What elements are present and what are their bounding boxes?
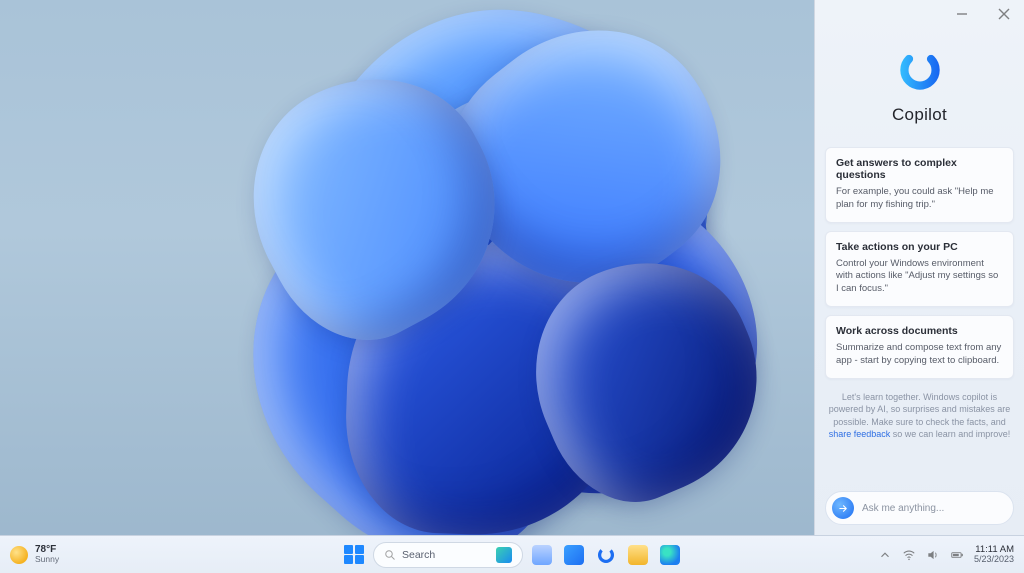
suggestion-card-documents[interactable]: Work across documents Summarize and comp… bbox=[825, 315, 1014, 379]
taskbar: 78°F Sunny Search 11:11 AM 5/23/2023 bbox=[0, 535, 1024, 573]
search-label: Search bbox=[402, 549, 435, 561]
start-button[interactable] bbox=[341, 542, 367, 568]
copilot-taskbar-button[interactable] bbox=[593, 542, 619, 568]
minimize-button[interactable] bbox=[954, 6, 970, 22]
weather-sun-icon bbox=[10, 546, 28, 564]
edge-icon bbox=[660, 545, 680, 565]
weather-widget[interactable]: 78°F Sunny bbox=[10, 545, 59, 564]
volume-icon[interactable] bbox=[926, 548, 940, 562]
card-title: Work across documents bbox=[836, 325, 1003, 337]
file-explorer-button[interactable] bbox=[625, 542, 651, 568]
card-title: Take actions on your PC bbox=[836, 241, 1003, 253]
windows-logo-icon bbox=[344, 545, 364, 565]
edge-button[interactable] bbox=[657, 542, 683, 568]
suggestion-card-questions[interactable]: Get answers to complex questions For exa… bbox=[825, 147, 1014, 223]
battery-icon[interactable] bbox=[950, 548, 964, 562]
task-view-icon bbox=[532, 545, 552, 565]
clock[interactable]: 11:11 AM 5/23/2023 bbox=[974, 545, 1014, 564]
copilot-icon bbox=[595, 544, 617, 566]
search-icon bbox=[384, 549, 396, 561]
card-body: Control your Windows environment with ac… bbox=[836, 258, 1003, 296]
copilot-title: Copilot bbox=[892, 105, 947, 125]
chat-button[interactable] bbox=[561, 542, 587, 568]
share-feedback-link[interactable]: share feedback bbox=[829, 429, 891, 439]
bloom-graphic bbox=[112, 0, 846, 573]
clock-date: 5/23/2023 bbox=[974, 555, 1014, 564]
card-body: Summarize and compose text from any app … bbox=[836, 342, 1003, 368]
wifi-icon[interactable] bbox=[902, 548, 916, 562]
copilot-disclaimer: Let's learn together. Windows copilot is… bbox=[827, 391, 1012, 441]
file-explorer-icon bbox=[628, 545, 648, 565]
copilot-logo-icon bbox=[898, 48, 942, 97]
ask-input-container[interactable] bbox=[825, 491, 1014, 525]
tray-overflow-icon[interactable] bbox=[878, 548, 892, 562]
suggestion-card-actions[interactable]: Take actions on your PC Control your Win… bbox=[825, 231, 1014, 307]
weather-condition: Sunny bbox=[35, 555, 59, 564]
card-title: Get answers to complex questions bbox=[836, 157, 1003, 181]
task-view-button[interactable] bbox=[529, 542, 555, 568]
close-button[interactable] bbox=[996, 6, 1012, 22]
chat-icon bbox=[564, 545, 584, 565]
card-body: For example, you could ask "Help me plan… bbox=[836, 186, 1003, 212]
copilot-ask-icon bbox=[832, 497, 854, 519]
taskbar-search[interactable]: Search bbox=[373, 542, 523, 568]
ask-input[interactable] bbox=[862, 503, 1003, 514]
bing-chat-icon[interactable] bbox=[496, 547, 512, 563]
copilot-sidebar: Copilot Get answers to complex questions… bbox=[814, 0, 1024, 535]
